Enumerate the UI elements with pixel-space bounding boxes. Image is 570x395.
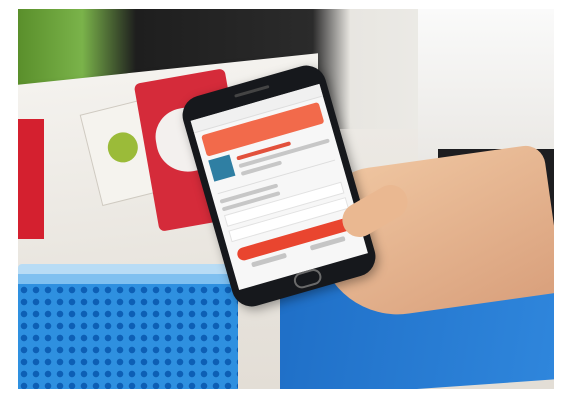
qr-code-icon <box>104 129 142 166</box>
photo <box>18 9 554 389</box>
red-poster-edge <box>18 119 44 239</box>
phone-speaker <box>234 84 270 98</box>
person-shirt <box>418 9 554 169</box>
shop-thumbnail <box>208 154 236 182</box>
blue-basket <box>18 274 238 389</box>
